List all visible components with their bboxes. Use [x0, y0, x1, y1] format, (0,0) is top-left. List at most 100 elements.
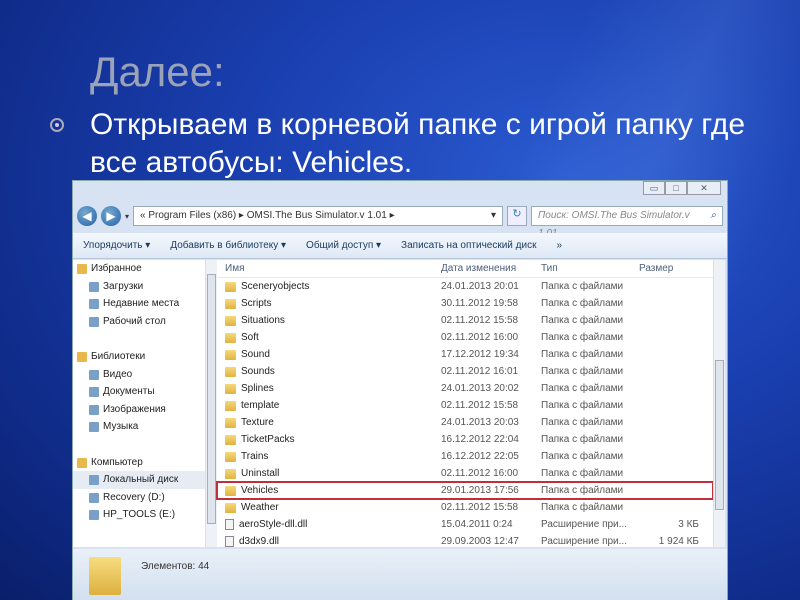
slide-text: Открываем в корневой папке с игрой папку… — [90, 108, 746, 179]
table-row[interactable]: d3dx9.dll 29.09.2003 12:47 Расширение при.… — [217, 533, 713, 550]
column-header[interactable]: Дата изменения — [437, 260, 537, 277]
command-bar: Упорядочить ▾ Добавить в библиотеку ▾ Общи… — [73, 233, 727, 259]
nav-item-icon — [89, 281, 99, 292]
nav-item[interactable]: Недавние места — [73, 295, 205, 313]
nav-item[interactable]: Компьютер — [73, 454, 205, 472]
file-size — [635, 414, 705, 431]
close-icon[interactable]: ✕ — [687, 181, 721, 195]
refresh-icon[interactable]: ↻ — [507, 206, 528, 226]
table-row[interactable]: Sceneryobjects 24.01.2013 20:01 Папка с фа… — [217, 278, 713, 295]
nav-item[interactable]: Избранное — [73, 260, 205, 278]
minimize-icon[interactable]: ▭ — [643, 181, 665, 195]
nav-item[interactable]: Видео — [73, 366, 205, 384]
file-name: Sceneryobjects — [217, 278, 437, 295]
table-row[interactable]: Scripts 30.11.2012 19:58 Папка с файлами — [217, 295, 713, 312]
nav-item-label: Видео — [103, 368, 133, 380]
nav-item[interactable]: Изображения — [73, 401, 205, 419]
file-list: Имя Дата изменения Тип Размер Sceneryobject… — [216, 260, 714, 550]
table-row[interactable]: Vehicles 29.01.2013 17:56 Папка с файлами — [216, 481, 714, 500]
toolbar-button[interactable]: Общий доступ ▾ — [296, 240, 391, 251]
table-row[interactable]: Sound 17.12.2012 19:34 Папка с файлами — [217, 346, 713, 363]
date-modified: 02.11.2012 15:58 — [441, 400, 519, 411]
nav-item-label: Рабочий стол — [103, 315, 166, 327]
file-name: Weather — [217, 499, 437, 516]
file-type: Папка с файлами — [541, 502, 624, 513]
file-name: Situations — [217, 312, 437, 329]
table-row[interactable]: Situations 02.11.2012 15:58 Папка с файлам… — [217, 312, 713, 329]
folder-icon — [225, 451, 236, 462]
search-input[interactable]: Поиск: OMSI.The Bus Simulator.v 1.01⌕ — [531, 206, 723, 239]
folder-icon — [225, 315, 236, 326]
history-dropdown-icon[interactable]: ▾ — [125, 212, 129, 221]
file-name: Texture — [217, 414, 437, 431]
nav-item-icon — [89, 475, 99, 485]
table-row[interactable]: template 02.11.2012 15:58 Папка с файлами — [217, 397, 713, 414]
navigation-pane: Избранное Загрузки Недавние места Рабочий с… — [73, 260, 205, 547]
table-row[interactable]: Weather 02.11.2012 15:58 Папка с файлами — [217, 499, 713, 516]
explorer-window: ▭ □ ✕ ◀ ▶ ▾ « Program Files (x86) ▸ OMSI… — [72, 180, 728, 600]
nav-item-label: Музыка — [103, 421, 139, 432]
file-name: Sound — [217, 346, 437, 363]
nav-item-label: Загрузки — [103, 280, 144, 292]
file-type: Расширение при... — [541, 519, 627, 530]
table-row[interactable]: aeroStyle-dll.dll 15.04.2011 0:24 Расширен… — [217, 516, 713, 533]
folder-icon — [225, 400, 236, 411]
file-type: Папка с файлами — [541, 417, 624, 428]
table-row[interactable]: Trains 16.12.2012 22:05 Папка с файлами — [217, 448, 713, 465]
nav-item[interactable]: Рабочий стол — [73, 313, 205, 331]
nav-item-icon — [89, 404, 99, 415]
date-modified: 02.11.2012 16:00 — [441, 332, 519, 343]
date-modified: 02.11.2012 15:58 — [441, 315, 519, 326]
list-scrollbar[interactable] — [713, 260, 725, 547]
folder-icon — [225, 383, 236, 394]
nav-item[interactable]: HP_TOOLS (E:) — [73, 506, 205, 524]
file-type: Папка с файлами — [541, 298, 624, 309]
file-name: Uninstall — [217, 465, 437, 482]
date-modified: 24.01.2013 20:01 — [441, 281, 519, 292]
file-type: Папка с файлами — [541, 315, 624, 326]
nav-item[interactable]: Музыка — [73, 418, 205, 436]
date-modified: 02.11.2012 16:01 — [441, 366, 519, 377]
file-size: 3 КБ — [678, 519, 699, 530]
date-modified: 15.04.2011 0:24 — [441, 519, 513, 530]
status-bar: Элементов: 44 — [73, 549, 727, 600]
maximize-icon[interactable]: □ — [665, 181, 687, 195]
file-name: d3dx9.dll — [217, 533, 437, 550]
table-row[interactable]: Sounds 02.11.2012 16:01 Папка с файлами — [217, 363, 713, 380]
column-header[interactable]: Имя — [217, 260, 437, 277]
toolbar-button[interactable]: Упорядочить ▾ — [73, 240, 160, 251]
nav-item[interactable]: Документы — [73, 383, 205, 401]
nav-item[interactable]: Recovery (D:) — [73, 489, 205, 507]
back-button[interactable]: ◀ — [77, 206, 97, 226]
forward-button[interactable]: ▶ — [101, 206, 121, 226]
file-name: template — [217, 397, 437, 414]
nav-item[interactable]: Библиотеки — [73, 348, 205, 366]
nav-scrollbar[interactable] — [205, 260, 217, 547]
nav-item-label: Компьютер — [91, 456, 143, 468]
folder-icon — [225, 485, 236, 496]
file-name: Sounds — [217, 363, 437, 380]
nav-item-icon — [89, 422, 99, 432]
folder-icon — [225, 417, 236, 428]
toolbar-button[interactable]: Добавить в библиотеку ▾ — [160, 240, 296, 251]
address-field[interactable]: « Program Files (x86) ▸ OMSI.The Bus Sim… — [133, 206, 504, 226]
column-header[interactable]: Тип — [537, 260, 635, 277]
toolbar-button[interactable]: Записать на оптический диск — [391, 240, 546, 251]
table-row[interactable]: Uninstall 02.11.2012 16:00 Папка с файлами — [217, 465, 713, 482]
table-row[interactable]: TicketPacks 16.12.2012 22:04 Папка с файла… — [217, 431, 713, 448]
column-header[interactable]: Размер — [635, 260, 705, 277]
date-modified: 16.12.2012 22:04 — [441, 434, 519, 445]
toolbar-button[interactable]: » — [546, 240, 572, 251]
table-row[interactable]: Splines 24.01.2013 20:02 Папка с файлами — [217, 380, 713, 397]
table-row[interactable]: Texture 24.01.2013 20:03 Папка с файлами — [217, 414, 713, 431]
file-size — [635, 329, 705, 346]
file-name: Soft — [217, 329, 437, 346]
nav-item-label: Изображения — [103, 403, 166, 415]
file-type: Папка с файлами — [541, 468, 624, 479]
nav-item[interactable]: Локальный диск — [73, 471, 205, 489]
folder-icon — [225, 281, 236, 292]
chevron-down-icon[interactable]: ▾ — [491, 207, 496, 225]
nav-item[interactable]: Загрузки — [73, 278, 205, 296]
file-size — [635, 346, 705, 363]
table-row[interactable]: Soft 02.11.2012 16:00 Папка с файлами — [217, 329, 713, 346]
